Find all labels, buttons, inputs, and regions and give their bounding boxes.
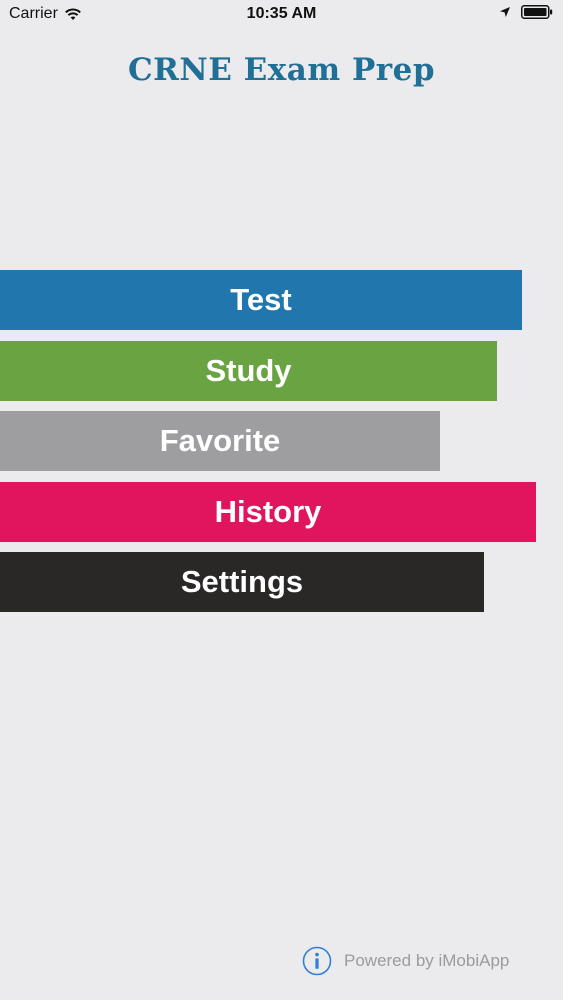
- battery-icon: [521, 5, 553, 19]
- footer: Powered by iMobiApp: [302, 946, 509, 976]
- location-arrow-icon: [500, 7, 510, 17]
- favorite-button[interactable]: Favorite: [0, 411, 440, 471]
- status-time: 10:35 AM: [246, 5, 317, 22]
- powered-by-link[interactable]: Powered by iMobiApp: [344, 951, 509, 971]
- info-icon[interactable]: [302, 946, 332, 976]
- test-button[interactable]: Test: [0, 270, 522, 330]
- settings-button[interactable]: Settings: [0, 552, 484, 612]
- study-button[interactable]: Study: [0, 341, 497, 401]
- app-title: CRNE Exam Prep: [127, 52, 436, 88]
- status-right-group: [499, 5, 553, 19]
- history-button[interactable]: History: [0, 482, 536, 542]
- status-bar: Carrier 10:35 AM: [0, 0, 563, 30]
